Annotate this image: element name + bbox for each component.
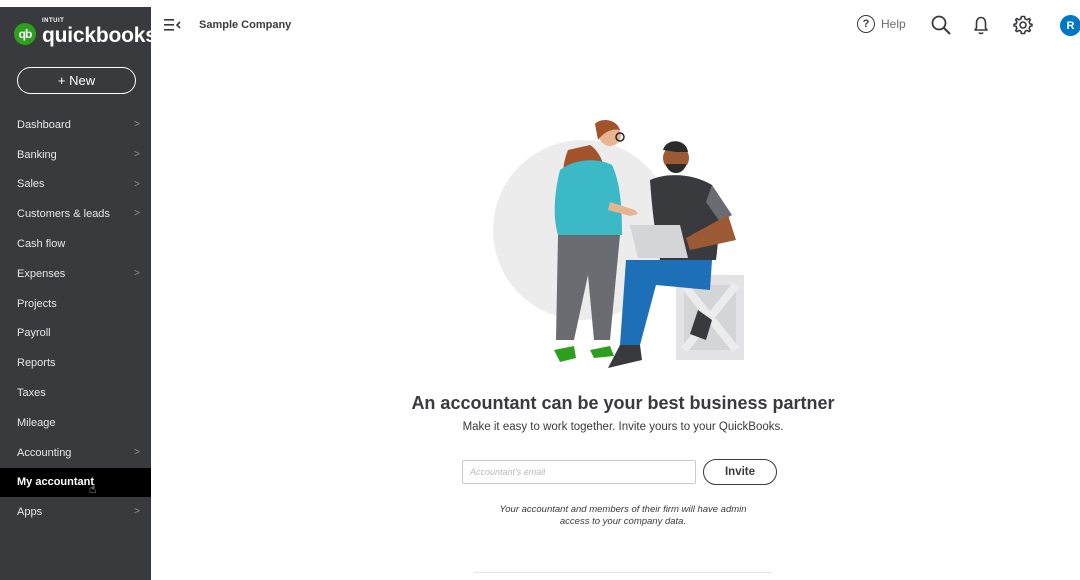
sidebar-item-label: Sales bbox=[17, 178, 45, 191]
bell-icon[interactable] bbox=[970, 14, 992, 36]
new-button[interactable]: + New bbox=[17, 67, 136, 94]
sidebar-item-projects[interactable]: Projects bbox=[0, 289, 151, 319]
sidebar-item-label: Taxes bbox=[17, 387, 46, 400]
sidebar-nav: Dashboard > Banking > Sales > Customers … bbox=[0, 110, 151, 527]
company-name[interactable]: Sample Company bbox=[199, 19, 291, 31]
divider bbox=[474, 572, 772, 573]
sidebar-item-label: My accountant bbox=[17, 476, 95, 489]
chevron-right-icon: > bbox=[134, 446, 140, 458]
pointer-hand-cursor-icon: ☝ bbox=[89, 481, 97, 496]
sidebar-item-label: Reports bbox=[17, 357, 56, 370]
sidebar-item-label: Projects bbox=[17, 297, 57, 310]
sidebar-item-label: Expenses bbox=[17, 267, 66, 280]
chevron-right-icon: > bbox=[134, 148, 140, 160]
chevron-right-icon: > bbox=[134, 119, 140, 130]
sidebar-item-label: Mileage bbox=[17, 416, 56, 429]
chevron-right-icon: > bbox=[134, 267, 140, 279]
sidebar-item-label: Cash flow bbox=[17, 238, 66, 251]
sidebar-item-my-accountant[interactable]: My accountant ☝ bbox=[0, 467, 151, 498]
question-circle-icon: ? bbox=[857, 15, 875, 33]
help-button[interactable]: ? Help bbox=[857, 15, 906, 33]
menu-toggle-icon[interactable] bbox=[164, 17, 182, 33]
top-strip bbox=[0, 0, 1080, 7]
accountant-email-input[interactable] bbox=[462, 460, 696, 484]
sidebar-item-label: Payroll bbox=[17, 327, 51, 340]
chevron-right-icon: > bbox=[134, 208, 140, 220]
logo-wordmark: INTUIT quickbooks. bbox=[42, 18, 163, 47]
sidebar-item-dashboard[interactable]: Dashboard > bbox=[0, 110, 151, 140]
sidebar-item-label: Apps bbox=[17, 506, 43, 519]
page-subheadline: Make it easy to work together. Invite yo… bbox=[462, 421, 784, 433]
app-frame: qb INTUIT quickbooks. + New Dashboard > … bbox=[0, 0, 1080, 580]
sidebar-item-label: Accounting bbox=[17, 446, 72, 459]
accountant-illustration bbox=[493, 120, 744, 368]
sidebar-item-banking[interactable]: Banking > bbox=[0, 140, 151, 170]
help-label: Help bbox=[881, 17, 906, 31]
sidebar-item-expenses[interactable]: Expenses > bbox=[0, 259, 151, 289]
user-avatar[interactable]: R bbox=[1060, 15, 1080, 36]
sidebar-item-label: Dashboard bbox=[17, 118, 71, 131]
quickbooks-logo-icon: qb bbox=[14, 23, 36, 45]
chevron-right-icon: > bbox=[134, 178, 140, 190]
quickbooks-logo[interactable]: qb INTUIT quickbooks. bbox=[14, 18, 163, 49]
search-icon[interactable] bbox=[930, 14, 952, 36]
logo-intuit-text: INTUIT bbox=[42, 18, 65, 24]
gear-icon[interactable] bbox=[1012, 14, 1034, 36]
top-bar: Sample Company ? Help R bbox=[151, 7, 1080, 44]
admin-access-note-line-1: Your accountant and members of their fir… bbox=[499, 504, 747, 515]
chevron-right-icon: > bbox=[134, 506, 140, 518]
sidebar-item-label: Banking bbox=[17, 148, 57, 161]
sidebar-item-payroll[interactable]: Payroll bbox=[0, 319, 151, 349]
sidebar-item-accounting[interactable]: Accounting > bbox=[0, 438, 151, 468]
invite-button[interactable]: Invite bbox=[703, 459, 777, 485]
sidebar-item-taxes[interactable]: Taxes bbox=[0, 378, 151, 408]
admin-access-note: Your accountant and members of their fir… bbox=[470, 504, 776, 528]
sidebar-item-mileage[interactable]: Mileage bbox=[0, 408, 151, 438]
sidebar-item-customers-leads[interactable]: Customers & leads > bbox=[0, 199, 151, 229]
sidebar-item-label: Customers & leads bbox=[17, 208, 110, 221]
laptop bbox=[630, 225, 688, 258]
sidebar-item-reports[interactable]: Reports bbox=[0, 348, 151, 378]
sidebar-item-apps[interactable]: Apps > bbox=[0, 497, 151, 527]
page-headline: An accountant can be your best business … bbox=[411, 393, 835, 413]
admin-access-note-line-2: access to your company data. bbox=[559, 516, 687, 527]
logo-name-text: quickbooks. bbox=[42, 24, 163, 47]
sidebar-item-cash-flow[interactable]: Cash flow bbox=[0, 229, 151, 259]
sidebar-item-sales[interactable]: Sales > bbox=[0, 170, 151, 200]
sidebar: qb INTUIT quickbooks. + New Dashboard > … bbox=[0, 7, 163, 580]
